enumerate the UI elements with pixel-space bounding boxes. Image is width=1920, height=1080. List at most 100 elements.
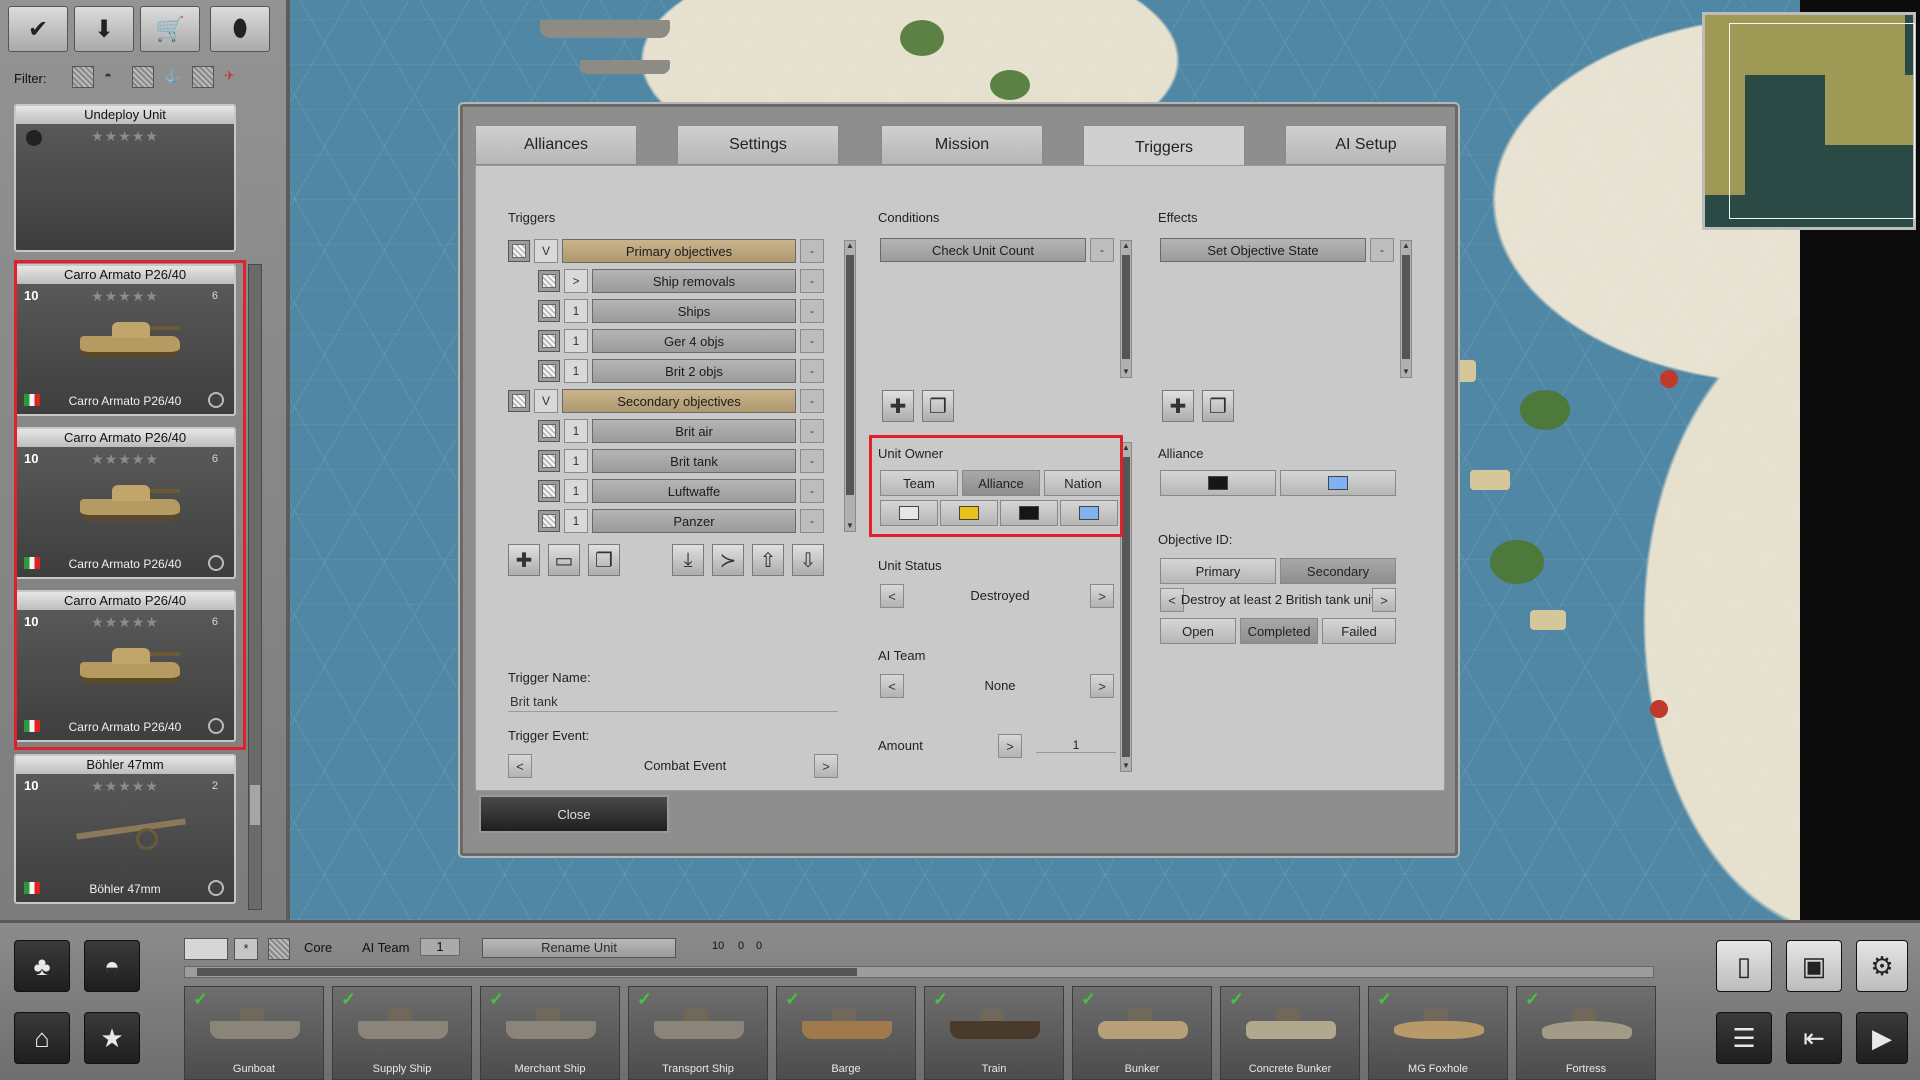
trigger-expand-toggle[interactable]: > <box>564 269 588 293</box>
map-unit-marker[interactable] <box>1650 700 1668 718</box>
trigger-remove-button[interactable]: - <box>800 269 824 293</box>
settings-button[interactable]: ⚙ <box>1856 940 1908 992</box>
unit-slot-bunker[interactable]: ✓ Bunker <box>1072 986 1212 1080</box>
trigger-name-input[interactable]: Brit tank <box>508 694 838 712</box>
effect-button[interactable]: Set Objective State <box>1160 238 1366 262</box>
trigger-remove-button[interactable]: - <box>800 389 824 413</box>
trigger-priority[interactable]: 1 <box>564 449 588 473</box>
scrollbar-thumb[interactable] <box>1122 255 1130 359</box>
trigger-button[interactable]: Panzer <box>592 509 796 533</box>
unit-slot-train[interactable]: ✓ Train <box>924 986 1064 1080</box>
trigger-group-button[interactable]: Secondary objectives <box>562 389 796 413</box>
pin-button[interactable]: ⬮ <box>210 6 270 52</box>
minimap[interactable] <box>1702 12 1916 230</box>
tab-alliances[interactable]: Alliances <box>475 125 637 165</box>
scroll-down-icon[interactable]: ▼ <box>845 521 855 531</box>
asterisk-button[interactable]: * <box>234 938 258 960</box>
map-unit-marker[interactable] <box>1660 370 1678 388</box>
confirm-button[interactable]: ✔ <box>8 6 68 52</box>
scroll-down-icon[interactable]: ▼ <box>1121 761 1131 771</box>
scrollbar-thumb[interactable] <box>250 785 260 825</box>
trigger-row[interactable]: V Primary objectives - <box>508 238 824 264</box>
trigger-priority[interactable]: 1 <box>564 359 588 383</box>
download-button[interactable]: ⬇ <box>74 6 134 52</box>
trigger-remove-button[interactable]: - <box>800 479 824 503</box>
menu-button[interactable]: ☰ <box>1716 1012 1772 1064</box>
trigger-checkbox[interactable] <box>538 510 560 532</box>
trigger-button[interactable]: Ships <box>592 299 796 323</box>
trigger-row[interactable]: 1 Brit tank - <box>538 448 824 474</box>
unit-slot-supply-ship[interactable]: ✓ Supply Ship <box>332 986 472 1080</box>
alliance-color-blue[interactable] <box>1280 470 1396 496</box>
add-group-button[interactable]: ▭ <box>548 544 580 576</box>
state-failed-button[interactable]: Failed <box>1322 618 1396 644</box>
copy-trigger-button[interactable]: ❐ <box>588 544 620 576</box>
scrollbar-thumb[interactable] <box>197 968 857 976</box>
unit-slot-fortress[interactable]: ✓ Fortress <box>1516 986 1656 1080</box>
unit-slot-concrete-bunker[interactable]: ✓ Concrete Bunker <box>1220 986 1360 1080</box>
unit-card[interactable]: Böhler 47mm 10 ★★★★★ 2 Böhler 47mm <box>14 754 236 904</box>
trigger-priority[interactable]: 1 <box>564 329 588 353</box>
unit-slot-barge[interactable]: ✓ Barge <box>776 986 916 1080</box>
filter-checkbox-sea[interactable] <box>132 66 154 88</box>
trigger-row[interactable]: 1 Ships - <box>538 298 824 324</box>
map-ship[interactable] <box>580 60 670 74</box>
trigger-remove-button[interactable]: - <box>800 329 824 353</box>
objective-primary-button[interactable]: Primary <box>1160 558 1276 584</box>
effects-scrollbar[interactable]: ▲ ▼ <box>1400 240 1412 378</box>
tab-triggers[interactable]: Triggers <box>1083 125 1245 169</box>
conditions-scrollbar[interactable]: ▲ ▼ <box>1120 240 1132 378</box>
state-open-button[interactable]: Open <box>1160 618 1236 644</box>
filter-checkbox-land[interactable] <box>72 66 94 88</box>
trigger-remove-button[interactable]: - <box>800 299 824 323</box>
objective-secondary-button[interactable]: Secondary <box>1280 558 1396 584</box>
trigger-checkbox[interactable] <box>538 480 560 502</box>
undeploy-unit-card[interactable]: Undeploy Unit ★★★★★ <box>14 104 236 252</box>
exit-button[interactable]: ⇤ <box>1786 1012 1842 1064</box>
unit-image-slot[interactable] <box>184 938 228 960</box>
ai-team-next-button[interactable]: > <box>1090 674 1114 698</box>
state-completed-button[interactable]: Completed <box>1240 618 1318 644</box>
trigger-row[interactable]: 1 Brit air - <box>538 418 824 444</box>
scrollbar-thumb[interactable] <box>846 255 854 495</box>
import-trigger-button[interactable]: ⤓ <box>672 544 704 576</box>
trigger-row[interactable]: 1 Panzer - <box>538 508 824 534</box>
alliance-color-black[interactable] <box>1160 470 1276 496</box>
trigger-priority[interactable]: 1 <box>564 479 588 503</box>
copy-effect-button[interactable]: ❐ <box>1202 390 1234 422</box>
trigger-button[interactable]: Brit air <box>592 419 796 443</box>
unit-status-prev-button[interactable]: < <box>880 584 904 608</box>
trigger-row[interactable]: 1 Brit 2 objs - <box>538 358 824 384</box>
home-button[interactable]: ⌂ <box>14 1012 70 1064</box>
trigger-priority[interactable]: 1 <box>564 299 588 323</box>
trigger-remove-button[interactable]: - <box>800 449 824 473</box>
unit-status-next-button[interactable]: > <box>1090 584 1114 608</box>
unit-list-scrollbar[interactable] <box>248 264 262 910</box>
objective-next-button[interactable]: > <box>1372 588 1396 612</box>
tab-ai-setup[interactable]: AI Setup <box>1285 125 1447 165</box>
rename-unit-button[interactable]: Rename Unit <box>482 938 676 958</box>
unit-slot-merchant-ship[interactable]: ✓ Merchant Ship <box>480 986 620 1080</box>
effect-remove-button[interactable]: - <box>1370 238 1394 262</box>
trigger-checkbox[interactable] <box>538 330 560 352</box>
trigger-remove-button[interactable]: - <box>800 419 824 443</box>
move-down-button[interactable]: ⇩ <box>792 544 824 576</box>
trigger-row[interactable]: > Ship removals - <box>538 268 824 294</box>
amount-input[interactable]: 1 <box>1036 738 1116 753</box>
trigger-checkbox[interactable] <box>538 360 560 382</box>
scrollbar-thumb[interactable] <box>1402 255 1410 359</box>
tab-mission[interactable]: Mission <box>881 125 1043 165</box>
trigger-row[interactable]: 1 Luftwaffe - <box>538 478 824 504</box>
trigger-event-next-button[interactable]: > <box>814 754 838 778</box>
triggers-scrollbar[interactable]: ▲ ▼ <box>844 240 856 532</box>
unit-slot-mg-foxhole[interactable]: ✓ MG Foxhole <box>1368 986 1508 1080</box>
unit-slot-gunboat[interactable]: ✓ Gunboat <box>184 986 324 1080</box>
trigger-remove-button[interactable]: - <box>800 359 824 383</box>
trigger-expand-toggle[interactable]: V <box>534 389 558 413</box>
trigger-remove-button[interactable]: - <box>800 509 824 533</box>
trigger-checkbox[interactable] <box>538 420 560 442</box>
scroll-up-icon[interactable]: ▲ <box>1121 241 1131 251</box>
ai-team-bottom-value[interactable]: 1 <box>420 938 460 956</box>
scroll-down-icon[interactable]: ▼ <box>1121 367 1131 377</box>
terrain-button[interactable]: ♣ <box>14 940 70 992</box>
